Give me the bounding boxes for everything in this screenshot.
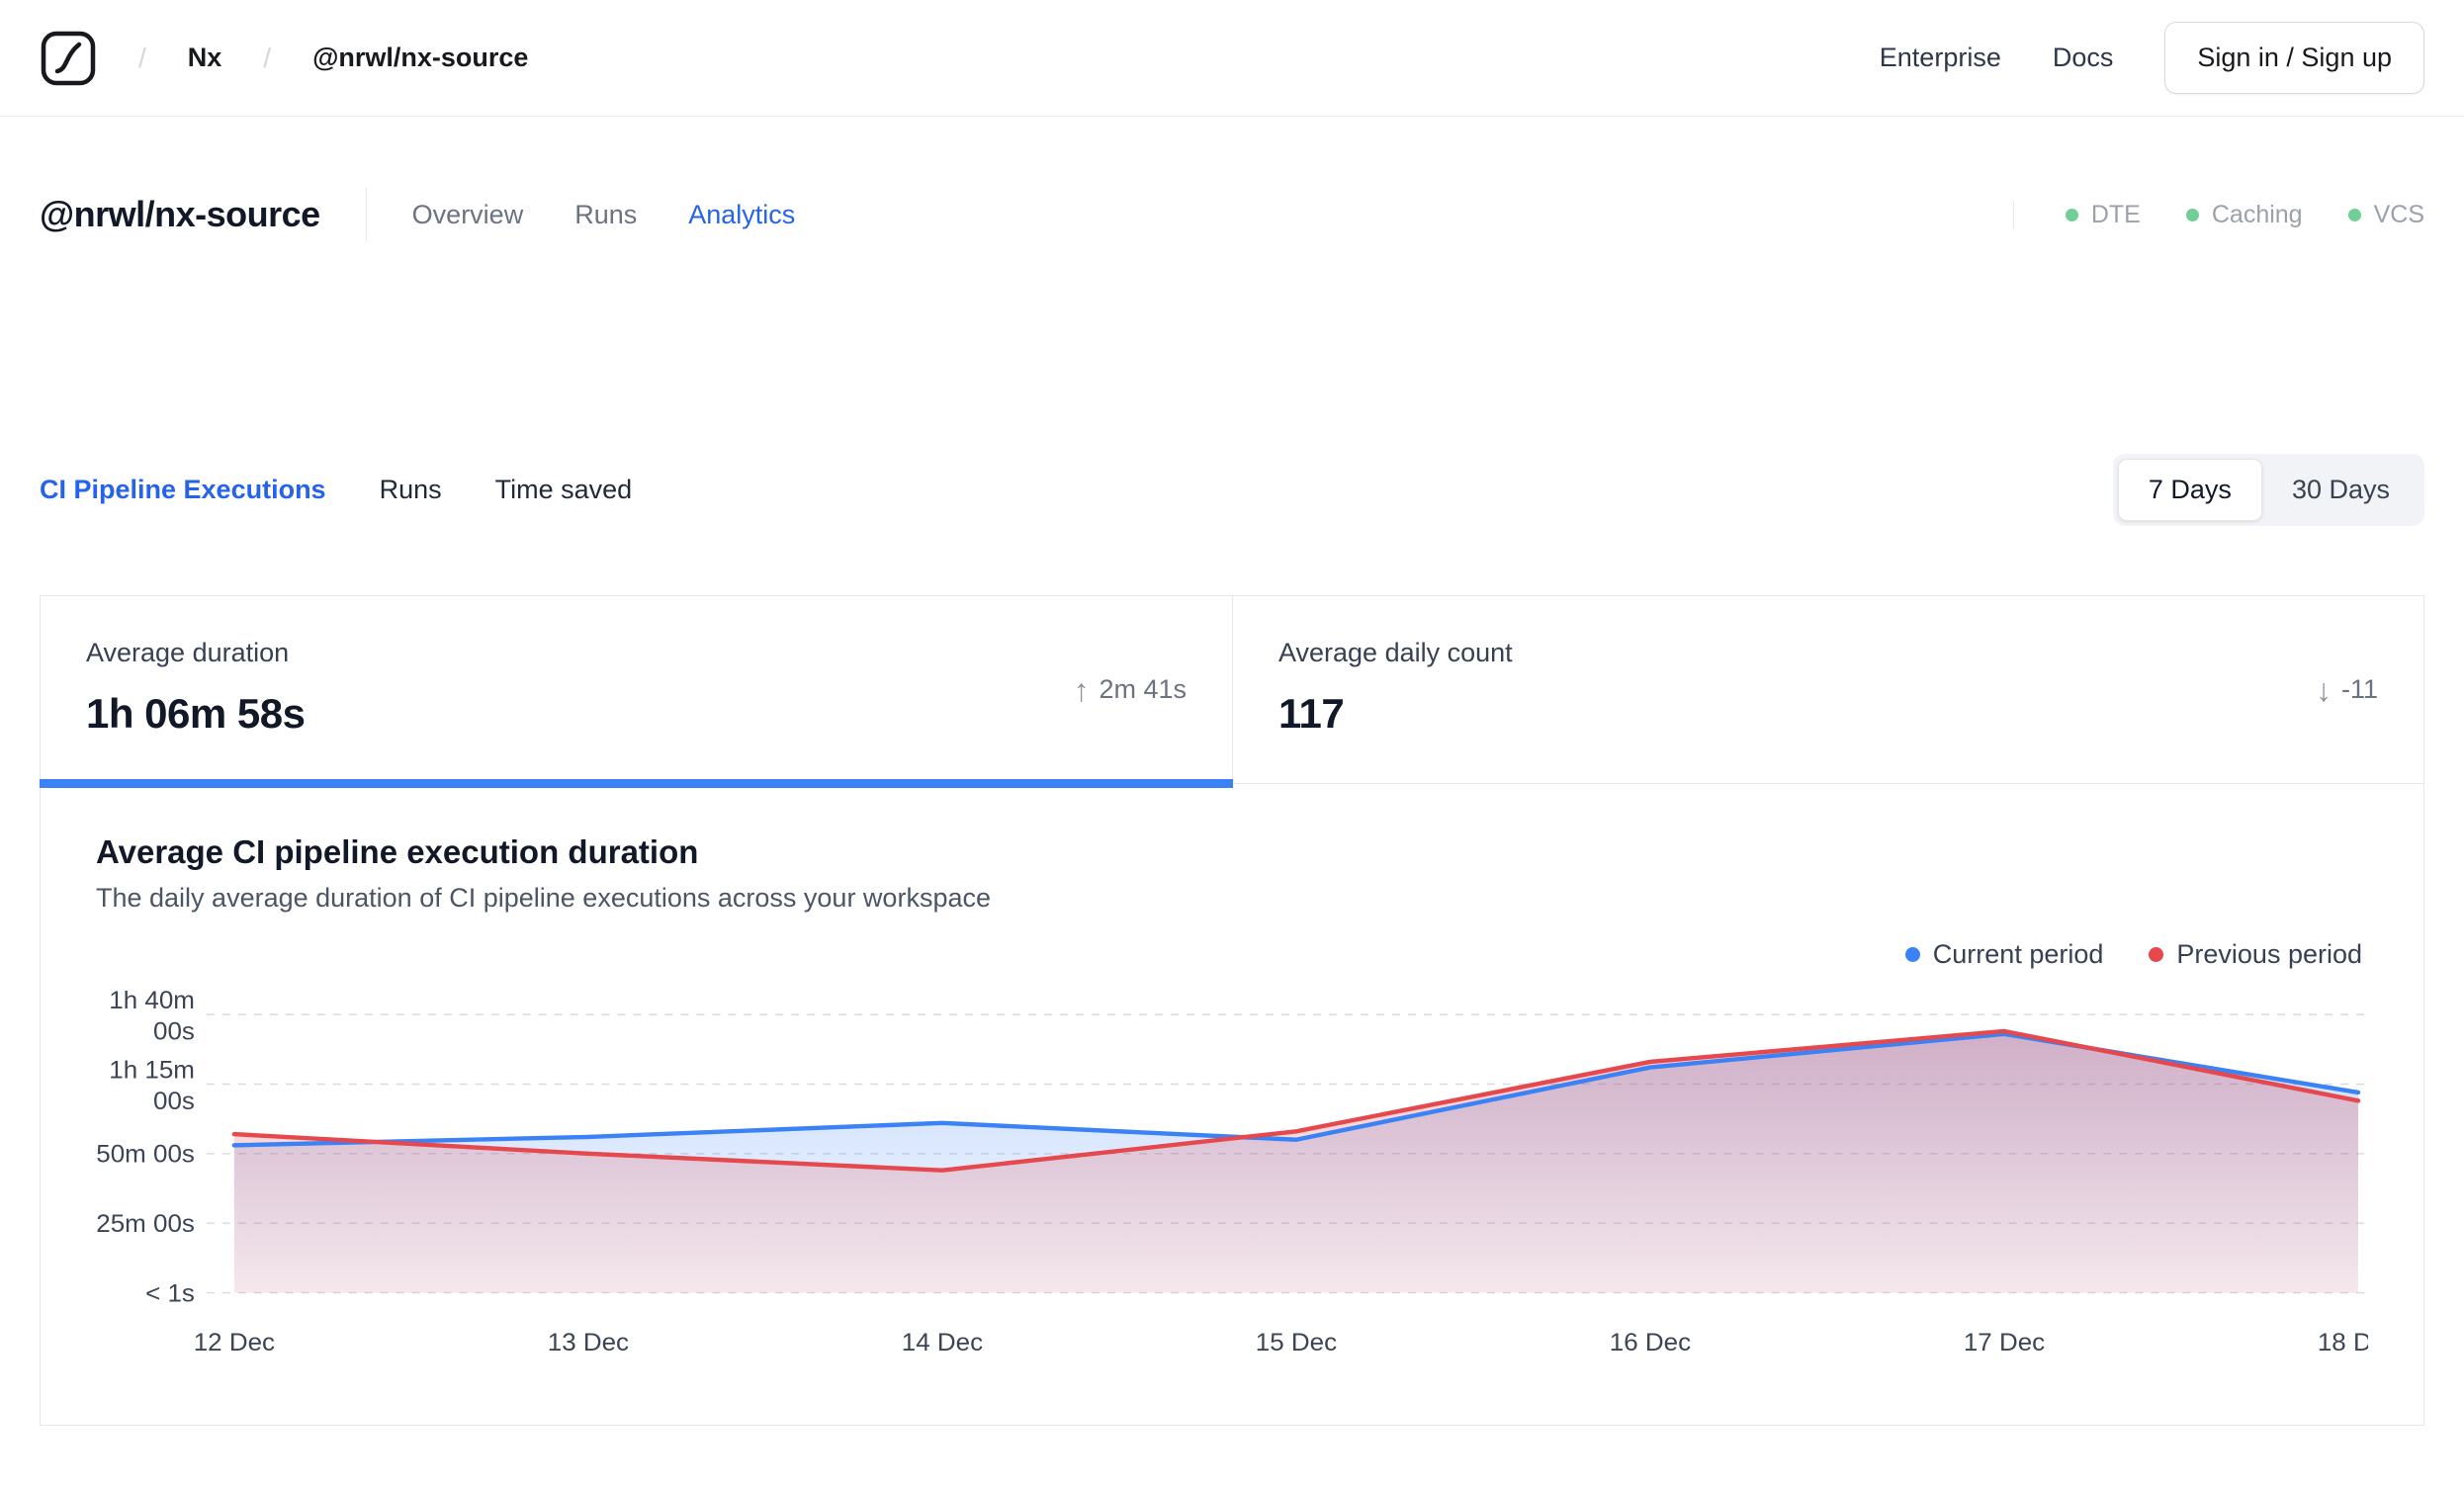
breadcrumb-separator: / [263,42,272,73]
svg-text:25m 00s: 25m 00s [96,1210,195,1238]
status-label: VCS [2373,200,2424,228]
page-title: @nrwl/nx-source [40,194,320,234]
tab-runs-analytics[interactable]: Runs [380,475,442,505]
delta-value: -11 [2340,674,2378,704]
topbar: / Nx / @nrwl/nx-source Enterprise Docs S… [0,0,2464,117]
analytics-panel: Average duration 1h 06m 58s ↑ 2m 41s Ave… [40,595,2424,1426]
svg-text:50m 00s: 50m 00s [96,1141,195,1169]
status-dot-icon [2185,208,2199,221]
stat-card-average-daily-count[interactable]: Average daily count 117 ↓ -11 [1232,596,2423,783]
status-caching: Caching [2185,200,2303,229]
tab-analytics[interactable]: Analytics [688,200,795,230]
svg-text:17 Dec: 17 Dec [1964,1329,2045,1356]
tab-runs[interactable]: Runs [574,200,637,230]
page-header-left: @nrwl/nx-source Overview Runs Analytics [40,188,795,241]
analytics-tabs: CI Pipeline Executions Runs Time saved [40,475,632,505]
status-indicators: DTE Caching VCS [2012,200,2424,229]
nx-logo-icon [41,31,96,85]
stat-card-average-duration[interactable]: Average duration 1h 06m 58s ↑ 2m 41s [40,596,1233,788]
enterprise-link[interactable]: Enterprise [1880,43,2001,73]
svg-text:16 Dec: 16 Dec [1610,1329,1691,1356]
svg-text:13 Dec: 13 Dec [548,1329,629,1356]
topbar-actions: Enterprise Docs Sign in / Sign up [1880,22,2424,94]
svg-text:14 Dec: 14 Dec [902,1329,983,1356]
range-7-days-button[interactable]: 7 Days [2117,459,2262,521]
stat-delta: ↑ 2m 41s [1073,674,1187,706]
breadcrumb-org[interactable]: Nx [188,43,222,73]
legend-dot-previous-icon [2149,947,2164,962]
date-range-toggle: 7 Days 30 Days [2112,454,2424,526]
signin-button[interactable]: Sign in / Sign up [2164,22,2424,94]
svg-text:1h 40m00s: 1h 40m 00s [109,987,195,1045]
arrow-down-icon: ↓ [2315,671,2332,708]
legend-label: Previous period [2176,939,2362,969]
tab-ci-pipeline-executions[interactable]: CI Pipeline Executions [40,475,326,505]
stat-label: Average duration [86,638,290,667]
status-dot-icon [2065,208,2078,221]
chart-legend: Current period Previous period [96,939,2368,970]
stat-label: Average daily count [1278,638,1513,667]
status-dot-icon [2347,208,2361,221]
status-dte: DTE [2065,200,2141,229]
docs-link[interactable]: Docs [2053,43,2114,73]
svg-text:15 Dec: 15 Dec [1256,1329,1337,1356]
status-label: Caching [2211,200,2303,228]
delta-value: 2m 41s [1099,674,1187,704]
svg-text:18 Dec: 18 Dec [2318,1329,2368,1356]
breadcrumb: / Nx / @nrwl/nx-source [40,30,528,87]
legend-label: Current period [1932,939,2104,969]
legend-dot-current-icon [1904,947,1920,962]
chart-title: Average CI pipeline execution duration [96,833,699,870]
svg-text:< 1s: < 1s [145,1280,195,1308]
breadcrumb-repo[interactable]: @nrwl/nx-source [312,43,528,73]
active-stat-indicator [40,779,1233,788]
svg-text:12 Dec: 12 Dec [194,1329,275,1356]
stat-delta: ↓ -11 [2316,674,2378,706]
range-30-days-button[interactable]: 30 Days [2262,460,2420,520]
svg-text:1h 15m00s: 1h 15m 00s [109,1057,195,1115]
legend-item-current-period[interactable]: Current period [1904,939,2104,970]
chart-subtitle: The daily average duration of CI pipelin… [96,883,991,913]
tab-time-saved[interactable]: Time saved [495,475,633,505]
breadcrumb-separator: / [138,42,146,73]
tab-overview[interactable]: Overview [412,200,524,230]
status-vcs: VCS [2347,200,2424,229]
arrow-up-icon: ↑ [1073,671,1090,708]
workspace-tabs: Overview Runs Analytics [412,200,796,230]
stats-row: Average duration 1h 06m 58s ↑ 2m 41s Ave… [40,596,2423,788]
legend-item-previous-period[interactable]: Previous period [2149,939,2362,970]
status-label: DTE [2090,200,2141,228]
chart-panel: Average CI pipeline execution duration T… [41,784,2423,1425]
stat-value: 1h 06m 58s [86,690,306,737]
nx-cloud-logo[interactable] [40,30,97,87]
analytics-filter-row: CI Pipeline Executions Runs Time saved 7… [0,454,2464,526]
duration-chart: < 1s 25m 00s 50m 00s 1h 15m 00s 1h 40m 00s 12 D… [96,987,2368,1356]
page-header: @nrwl/nx-source Overview Runs Analytics … [0,188,2464,241]
stat-value: 117 [1278,690,1345,737]
header-divider [365,188,367,241]
